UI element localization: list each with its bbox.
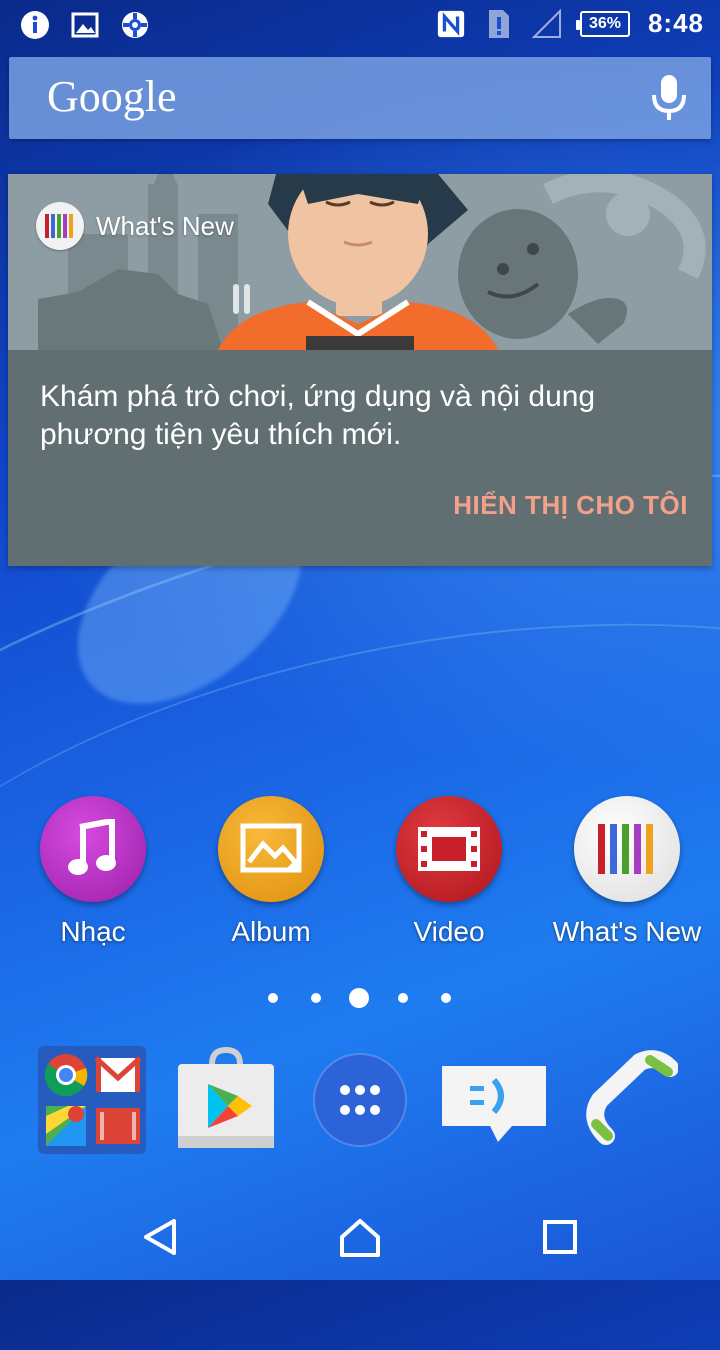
home-icon[interactable] [330, 1212, 390, 1262]
image-icon [70, 10, 100, 40]
card-body-text: Khám phá trò chơi, ứng dụng và nội dung … [40, 380, 596, 451]
card-badge-title: What's New [96, 210, 234, 241]
music-note-icon [40, 796, 146, 902]
show-me-button[interactable]: HIỂN THỊ CHO TÔI [453, 490, 688, 521]
play-store-icon[interactable] [166, 1040, 286, 1160]
dock [0, 1040, 720, 1160]
app-label: Nhạc [60, 916, 126, 947]
app-album[interactable]: Album [182, 796, 360, 948]
status-bar: 36% 8:48 [0, 0, 720, 50]
google-search-bar[interactable]: Google [9, 57, 711, 139]
app-video[interactable]: Video [360, 796, 538, 948]
clock: 8:48 [647, 8, 704, 38]
page-dot[interactable] [268, 993, 278, 1003]
whats-new-icon [36, 202, 84, 250]
app-whats-new[interactable]: What's New [538, 796, 716, 948]
app-drawer-icon[interactable] [300, 1040, 420, 1160]
photo-album-icon [218, 796, 324, 902]
page-dot[interactable] [441, 993, 451, 1003]
page-indicator [0, 986, 720, 1010]
info-icon [20, 10, 50, 40]
home-app-row: Nhạc Album Video What's New [0, 796, 720, 956]
support-icon [120, 10, 150, 40]
page-dot[interactable] [311, 993, 321, 1003]
page-dot[interactable] [398, 993, 408, 1003]
battery-indicator: 36% [575, 10, 630, 37]
film-strip-icon [396, 796, 502, 902]
app-label: Album [231, 916, 311, 947]
google-apps-folder[interactable] [32, 1040, 152, 1160]
navigation-bar [0, 1190, 720, 1280]
back-icon[interactable] [130, 1212, 190, 1262]
recents-icon[interactable] [530, 1212, 590, 1262]
nfc-icon [436, 9, 466, 39]
card-illustration: What's New [8, 174, 712, 350]
sim-alert-icon [484, 9, 514, 39]
page-dot-active[interactable] [349, 988, 369, 1008]
card-badge: What's New [36, 202, 234, 250]
app-label: What's New [552, 916, 702, 947]
app-music[interactable]: Nhạc [4, 796, 182, 948]
whats-new-icon [574, 796, 680, 902]
microphone-icon[interactable] [649, 73, 689, 123]
whats-new-card[interactable]: What's New Khám phá trò chơi, ứng dụng v… [8, 174, 712, 566]
signal-icon [531, 8, 562, 39]
google-logo: Google [47, 72, 177, 121]
phone-icon[interactable] [568, 1040, 688, 1160]
app-label: Video [413, 916, 485, 947]
messaging-icon[interactable] [434, 1040, 554, 1160]
